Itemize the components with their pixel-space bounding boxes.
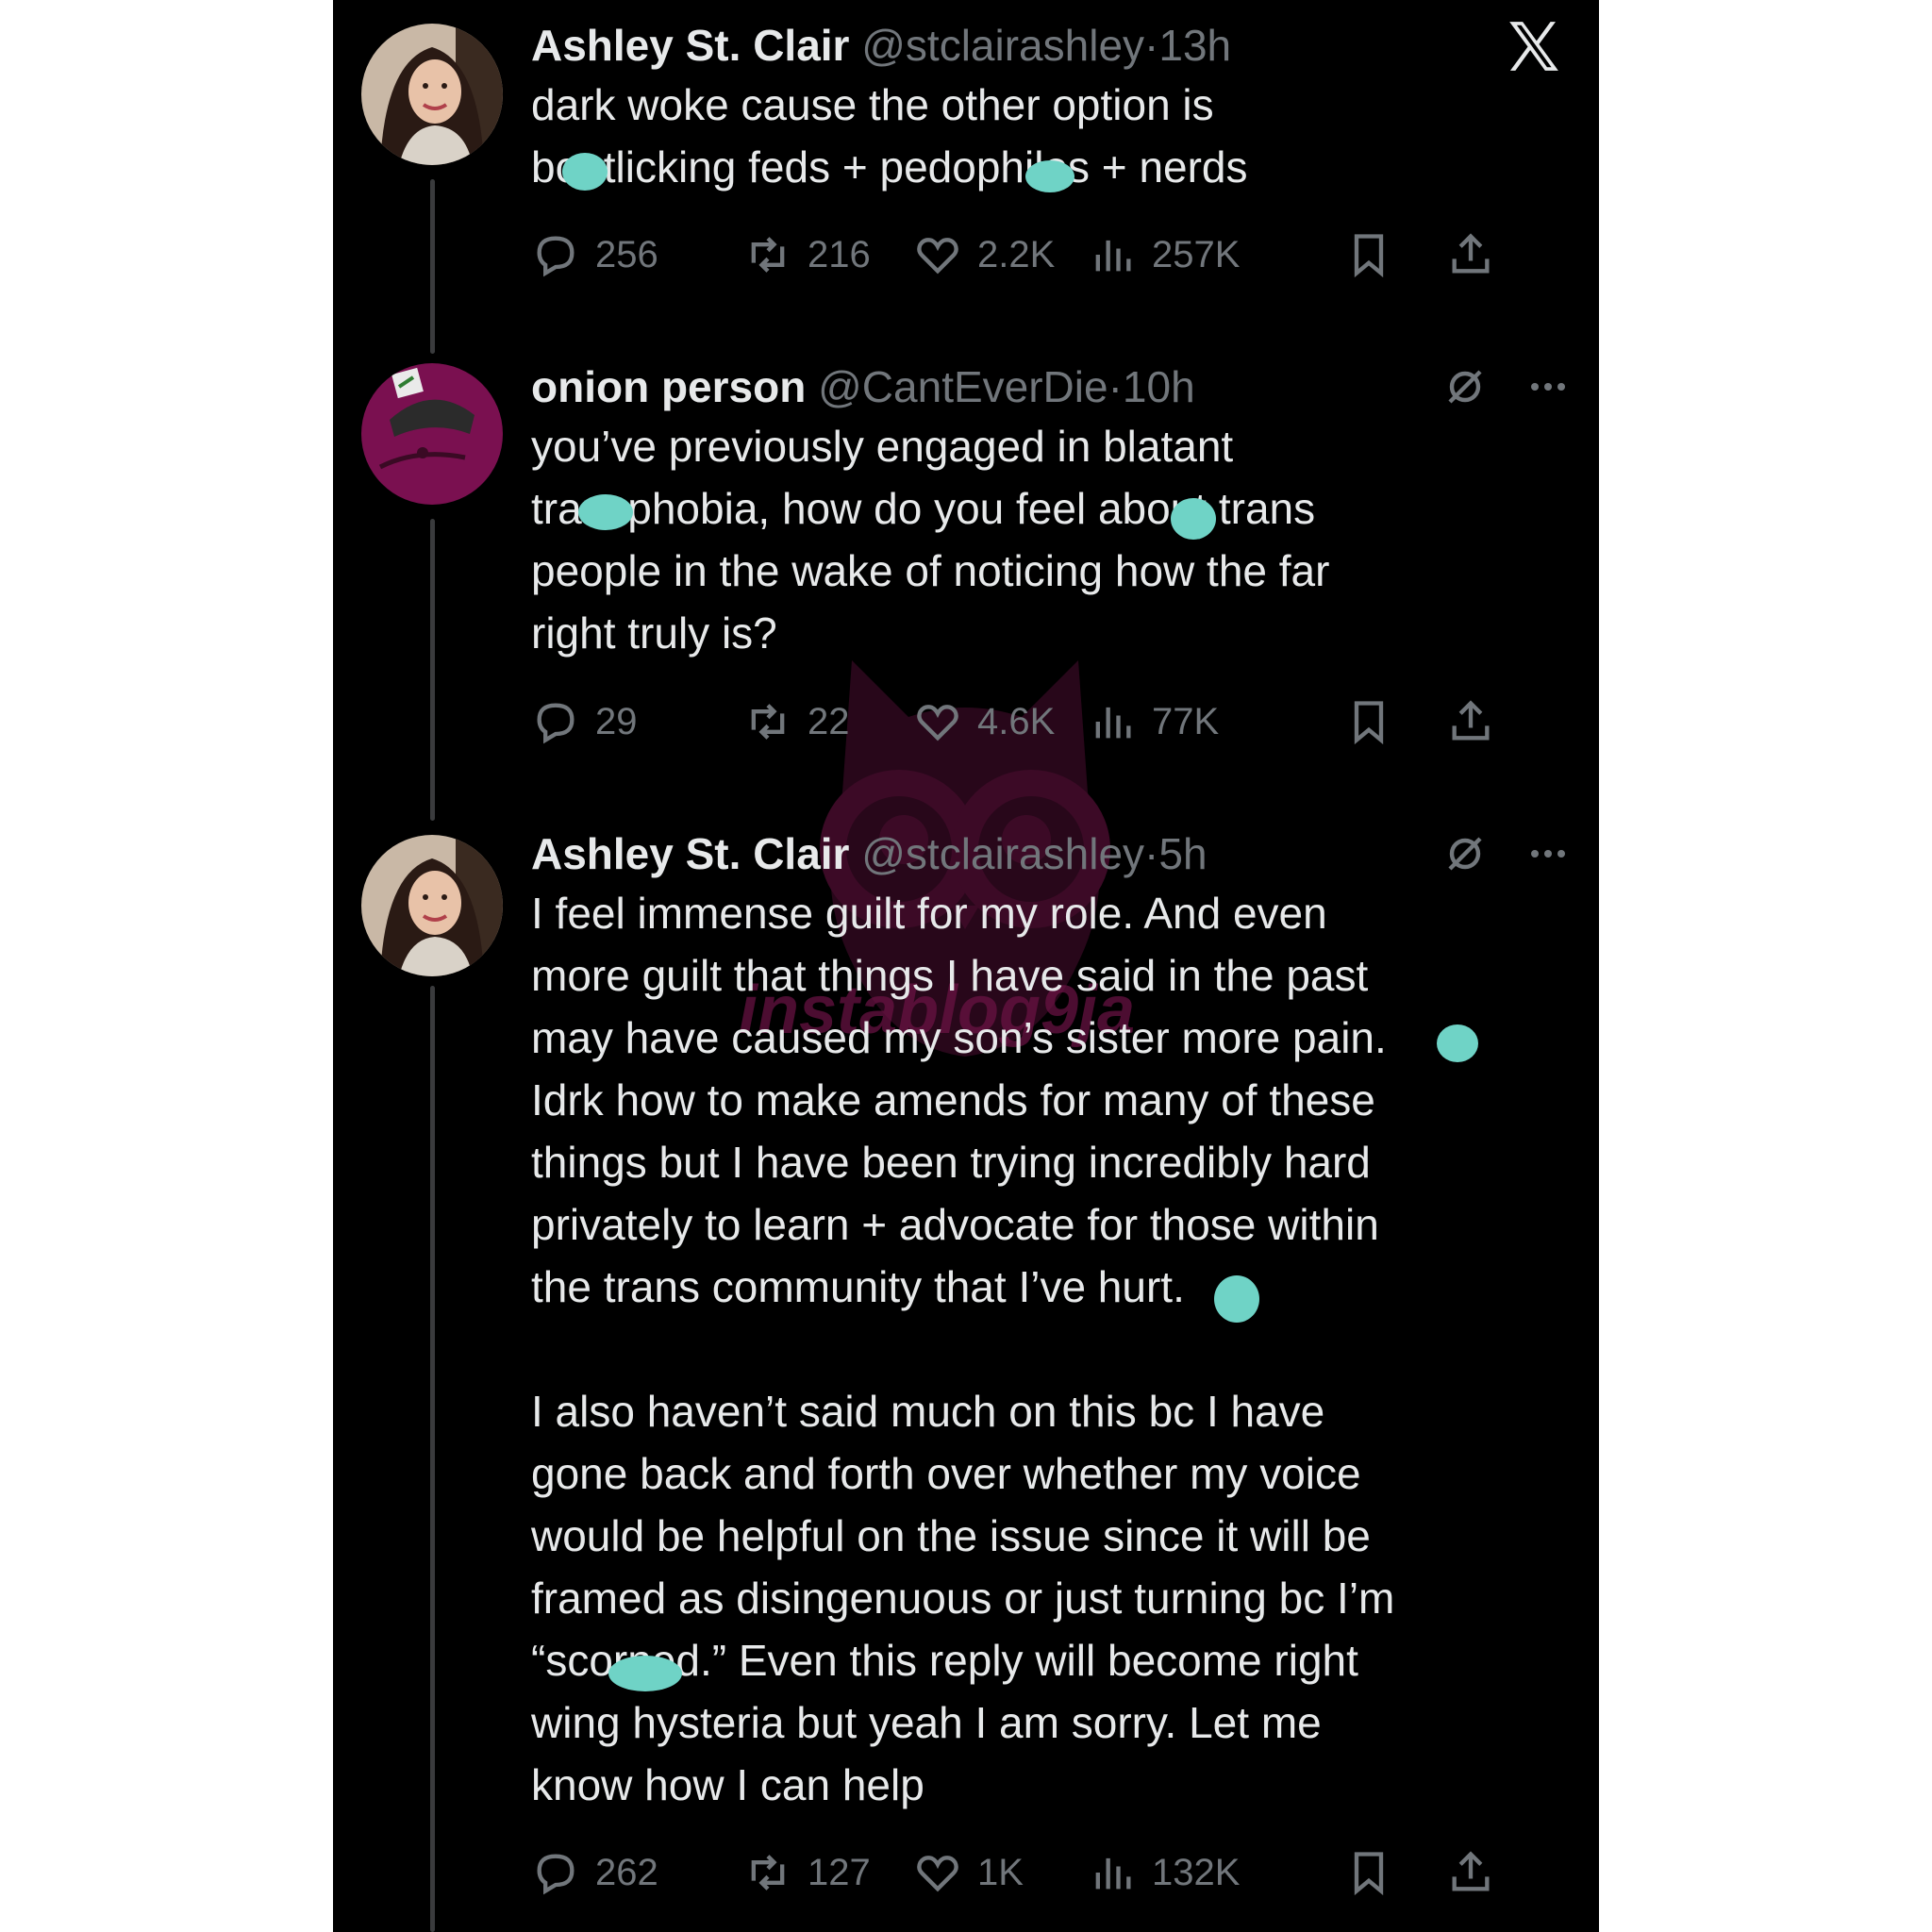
view-count: 77K	[1152, 700, 1220, 742]
views-chart-icon	[1095, 1857, 1131, 1890]
reply-icon	[537, 1854, 575, 1895]
views-button[interactable]: 132K	[1088, 1844, 1240, 1901]
thread-connector-line	[430, 179, 435, 354]
share-icon	[1452, 1851, 1490, 1891]
tweet[interactable]: onion person @CantEverDie·10h you’ve pre…	[531, 358, 1571, 664]
more-options-icon[interactable]	[1525, 831, 1571, 876]
reply-count: 29	[595, 700, 638, 742]
author-name[interactable]: Ashley St. Clair	[531, 21, 849, 70]
tweet-corner-controls	[1442, 358, 1571, 415]
bookmark-button[interactable]	[1344, 693, 1393, 750]
author-handle[interactable]: @stclairashley	[861, 829, 1144, 878]
redaction-mark	[578, 494, 633, 530]
bookmark-icon	[1354, 701, 1384, 745]
redaction-mark	[1214, 1275, 1259, 1323]
reply-icon	[537, 236, 575, 277]
repost-icon	[751, 1855, 785, 1890]
bookmark-icon	[1354, 1852, 1384, 1896]
redaction-mark	[1025, 160, 1074, 192]
thread-connector-line	[430, 519, 435, 821]
reply-count: 256	[595, 233, 658, 275]
share-button[interactable]	[1446, 226, 1495, 283]
heart-icon	[917, 705, 958, 741]
reply-count: 262	[595, 1851, 658, 1893]
more-options-icon[interactable]	[1525, 364, 1571, 409]
like-button[interactable]: 1K	[913, 1844, 1024, 1901]
grok-icon[interactable]	[1442, 831, 1488, 876]
author-handle[interactable]: @stclairashley	[861, 21, 1144, 70]
avatar[interactable]	[361, 24, 503, 165]
tweet-text: you’ve previously engaged in blatant tra…	[531, 422, 1330, 658]
redaction-mark	[1437, 1024, 1478, 1062]
author-name[interactable]: Ashley St. Clair	[531, 829, 849, 878]
repost-button[interactable]: 216	[743, 226, 871, 283]
repost-button[interactable]: 22	[743, 693, 850, 750]
views-button[interactable]: 77K	[1088, 693, 1219, 750]
share-icon	[1452, 233, 1490, 274]
reply-icon	[537, 703, 575, 744]
grok-icon[interactable]	[1442, 364, 1488, 409]
like-count: 2.2K	[977, 233, 1056, 275]
tweet-header: Ashley St. Clair @stclairashley·13h	[531, 17, 1571, 74]
author-handle[interactable]: @CantEverDie	[818, 362, 1108, 411]
reply-button[interactable]: 262	[531, 1844, 658, 1901]
redaction-mark	[1171, 498, 1216, 540]
view-count: 257K	[1152, 233, 1241, 275]
share-button[interactable]	[1446, 693, 1495, 750]
tweet-header: Ashley St. Clair @stclairashley·5h	[531, 825, 1571, 882]
like-button[interactable]: 4.6K	[913, 693, 1055, 750]
separator-dot: ·	[1144, 21, 1159, 70]
like-count: 4.6K	[977, 700, 1056, 742]
views-chart-icon	[1095, 240, 1131, 272]
like-count: 1K	[977, 1851, 1024, 1893]
tweet-actions: 262 127 1K 132K	[531, 1844, 1571, 1901]
repost-icon	[751, 237, 785, 273]
separator-dot: ·	[1108, 362, 1123, 411]
tweet-actions: 29 22 4.6K 77K	[531, 693, 1571, 750]
avatar[interactable]	[361, 835, 503, 976]
timestamp[interactable]: 10h	[1123, 362, 1195, 411]
view-count: 132K	[1152, 1851, 1241, 1893]
repost-count: 216	[808, 233, 871, 275]
timestamp[interactable]: 5h	[1158, 829, 1207, 878]
reply-button[interactable]: 29	[531, 693, 638, 750]
tweet[interactable]: Ashley St. Clair @stclairashley·5h I fee…	[531, 825, 1571, 1816]
share-button[interactable]	[1446, 1844, 1495, 1901]
repost-count: 127	[808, 1851, 871, 1893]
tweet-header: onion person @CantEverDie·10h	[531, 358, 1571, 415]
bookmark-button[interactable]	[1344, 226, 1393, 283]
redaction-mark	[562, 153, 608, 191]
reply-button[interactable]: 256	[531, 226, 658, 283]
views-button[interactable]: 257K	[1088, 226, 1240, 283]
heart-icon	[917, 238, 958, 275]
tweet-text: I feel immense guilt for my role. And ev…	[531, 889, 1395, 1809]
author-name[interactable]: onion person	[531, 362, 806, 411]
separator-dot: ·	[1144, 829, 1159, 878]
redaction-mark	[608, 1656, 682, 1691]
repost-count: 22	[808, 700, 850, 742]
timestamp[interactable]: 13h	[1158, 21, 1231, 70]
repost-button[interactable]: 127	[743, 1844, 871, 1901]
bookmark-button[interactable]	[1344, 1844, 1393, 1901]
tweet-thread-screen: instablog9ja Ashley St. Clair @stclairas…	[333, 0, 1599, 1932]
tweet-corner-controls	[1442, 825, 1571, 882]
avatar[interactable]	[361, 363, 503, 505]
bookmark-icon	[1354, 234, 1384, 278]
tweet-actions: 256 216 2.2K 257K	[531, 226, 1571, 283]
thread-connector-line	[430, 986, 435, 1932]
views-chart-icon	[1095, 707, 1131, 739]
like-button[interactable]: 2.2K	[913, 226, 1055, 283]
share-icon	[1452, 700, 1490, 741]
heart-icon	[917, 1856, 958, 1892]
repost-icon	[751, 704, 785, 740]
